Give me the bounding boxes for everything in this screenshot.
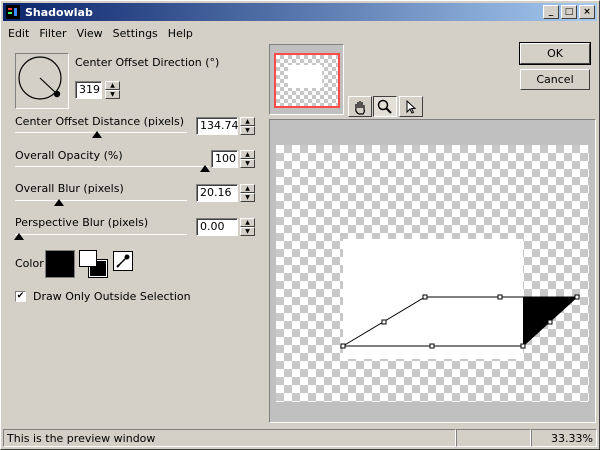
spin-up-icon[interactable]: ▲ [240, 150, 255, 159]
spin-up-icon[interactable]: ▲ [240, 117, 255, 126]
color-label: Color [15, 257, 44, 270]
menu-view[interactable]: View [72, 27, 108, 40]
shadowlab-window: Shadowlab _ □ × Edit Filter View Setting… [0, 0, 600, 450]
title-bar[interactable]: Shadowlab _ □ × [3, 3, 597, 21]
menu-settings[interactable]: Settings [108, 27, 163, 40]
dial-graphic [18, 56, 62, 100]
menu-bar: Edit Filter View Settings Help [3, 23, 198, 43]
perspective-blur-input[interactable]: 0.00 [196, 218, 238, 236]
hand-icon [355, 100, 365, 115]
blur-slider[interactable] [15, 200, 187, 201]
distance-label: Center Offset Distance (pixels) [15, 115, 185, 128]
direction-dial[interactable] [15, 53, 69, 109]
opacity-input[interactable]: 100 [211, 150, 238, 168]
handle[interactable] [422, 294, 428, 300]
window-title: Shadowlab [25, 5, 93, 19]
status-message: This is the preview window [3, 429, 456, 447]
perspective-blur-label: Perspective Blur (pixels) [15, 216, 149, 229]
spin-up-icon[interactable]: ▲ [240, 184, 255, 193]
perspective-blur-spinner[interactable]: ▲ ▼ [240, 218, 255, 236]
preview-window[interactable] [269, 119, 596, 423]
spin-up-icon[interactable]: ▲ [105, 81, 120, 90]
close-button[interactable]: × [579, 5, 595, 19]
thumbnail-view-rect[interactable] [274, 53, 340, 108]
handle[interactable] [381, 319, 387, 325]
spin-down-icon[interactable]: ▼ [105, 90, 120, 99]
zoom-tool-button[interactable] [373, 96, 397, 117]
cancel-button[interactable]: Cancel [520, 69, 590, 90]
preview-canvas[interactable] [276, 145, 589, 402]
minimize-button[interactable]: _ [543, 5, 559, 19]
thumbnail-image [288, 65, 322, 88]
menu-help[interactable]: Help [163, 27, 198, 40]
blur-slider-thumb[interactable] [54, 199, 64, 206]
status-zoom: 33.33% [531, 429, 597, 447]
distance-slider-thumb[interactable] [92, 131, 102, 138]
draw-outside-label: Draw Only Outside Selection [33, 290, 191, 303]
spin-down-icon[interactable]: ▼ [240, 227, 255, 236]
shadow-color-swatch[interactable] [45, 250, 75, 278]
arrow-tool-button[interactable] [399, 96, 423, 117]
preview-graphic[interactable] [276, 145, 589, 402]
distance-input[interactable]: 134.74 [196, 117, 239, 135]
handle[interactable] [574, 294, 580, 300]
status-empty-pane [456, 429, 531, 447]
opacity-spinner[interactable]: ▲ ▼ [240, 150, 255, 168]
direction-input[interactable]: 319 [75, 81, 102, 99]
selection-area [343, 239, 523, 359]
spin-down-icon[interactable]: ▼ [240, 193, 255, 202]
blur-spinner[interactable]: ▲ ▼ [240, 184, 255, 202]
blur-label: Overall Blur (pixels) [15, 182, 124, 195]
handle[interactable] [340, 343, 346, 349]
draw-outside-checkbox[interactable]: ✔ [15, 291, 26, 302]
status-bar: This is the preview window 33.33% [3, 429, 597, 447]
direction-spinner[interactable]: ▲ ▼ [105, 81, 120, 99]
blur-input[interactable]: 20.16 [196, 184, 238, 202]
perspective-blur-slider[interactable] [15, 234, 187, 235]
app-icon [6, 5, 20, 19]
opacity-slider-thumb[interactable] [200, 165, 210, 172]
ok-button[interactable]: OK [519, 42, 591, 65]
handle[interactable] [429, 343, 435, 349]
hand-tool-button[interactable] [348, 96, 372, 117]
spin-up-icon[interactable]: ▲ [240, 218, 255, 227]
handle[interactable] [547, 319, 553, 325]
handle[interactable] [497, 294, 503, 300]
opacity-label: Overall Opacity (%) [15, 149, 123, 162]
perspective-blur-slider-thumb[interactable] [14, 233, 24, 240]
menu-edit[interactable]: Edit [3, 27, 34, 40]
arrow-icon [406, 99, 417, 114]
spin-down-icon[interactable]: ▼ [240, 126, 255, 135]
zoom-icon [377, 99, 392, 114]
menu-filter[interactable]: Filter [34, 27, 71, 40]
opacity-slider[interactable] [15, 166, 209, 167]
distance-spinner[interactable]: ▲ ▼ [240, 117, 255, 135]
spin-down-icon[interactable]: ▼ [240, 159, 255, 168]
color-pair-icon[interactable] [79, 250, 109, 278]
maximize-button[interactable]: □ [561, 5, 577, 19]
handle[interactable] [520, 343, 526, 349]
thumbnail-navigator[interactable] [269, 44, 344, 115]
direction-label: Center Offset Direction (°) [75, 56, 220, 69]
eyedropper-icon[interactable] [113, 251, 133, 271]
